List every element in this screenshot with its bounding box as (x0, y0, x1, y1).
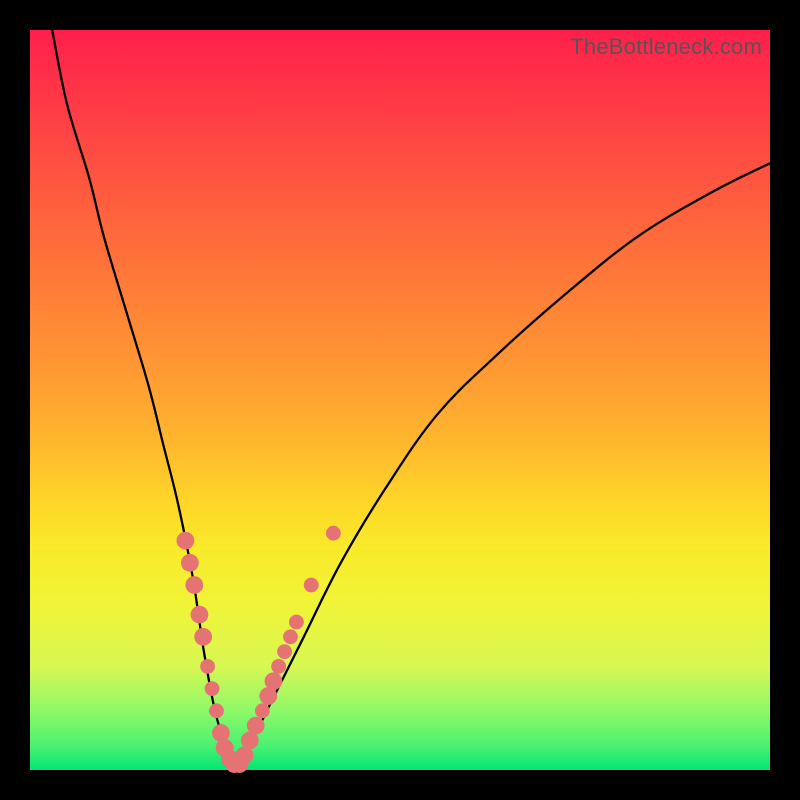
data-point-marker (283, 629, 298, 644)
data-point-marker (200, 659, 215, 674)
data-point-marker (255, 703, 270, 718)
data-point-marker (185, 576, 203, 594)
data-point-marker (289, 615, 304, 630)
data-point-marker (326, 526, 341, 541)
data-point-marker (205, 681, 220, 696)
data-point-marker (277, 644, 292, 659)
data-point-marker (194, 628, 212, 646)
data-point-marker (181, 554, 199, 572)
data-point-marker (209, 703, 224, 718)
data-point-marker (265, 672, 283, 690)
data-point-marker (191, 606, 209, 624)
data-point-marker (271, 659, 286, 674)
plot-area: TheBottleneck.com (30, 30, 770, 770)
chart-frame: TheBottleneck.com (0, 0, 800, 800)
marker-group (177, 526, 341, 773)
data-point-marker (212, 724, 230, 742)
data-point-marker (304, 578, 319, 593)
curve-layer (30, 30, 770, 770)
data-point-marker (177, 532, 195, 550)
data-point-marker (247, 717, 265, 735)
bottleneck-curve (52, 30, 770, 769)
